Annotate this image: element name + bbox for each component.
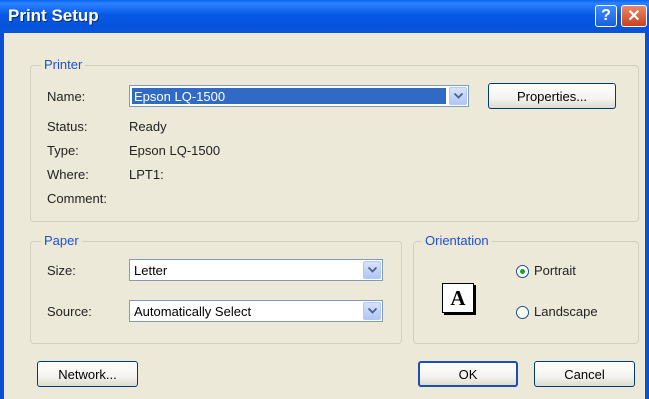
printer-where-value: LPT1: xyxy=(129,167,164,182)
help-icon: ? xyxy=(601,7,611,24)
portrait-label[interactable]: Portrait xyxy=(534,263,576,278)
printer-legend: Printer xyxy=(41,57,86,72)
printer-name-selection: Epson LQ-1500 xyxy=(132,88,446,104)
printer-status-value: Ready xyxy=(129,119,167,134)
network-button[interactable]: Network... xyxy=(37,361,138,387)
window-frame-right xyxy=(645,33,649,399)
landscape-label[interactable]: Landscape xyxy=(534,304,598,319)
dialog-title: Print Setup xyxy=(8,6,99,25)
printer-status-label: Status: xyxy=(47,119,88,134)
print-setup-dialog: Print Setup ? ✕ Printer Name: Epson LQ-1… xyxy=(0,0,649,399)
printer-name-value: Epson LQ-1500 xyxy=(134,89,226,104)
printer-type-value: Epson LQ-1500 xyxy=(129,143,221,158)
printer-group: Printer Name: Epson LQ-1500 Properties..… xyxy=(30,57,639,222)
paper-source-dropdown[interactable]: Automatically Select xyxy=(129,300,383,322)
close-button[interactable]: ✕ xyxy=(621,5,647,27)
paper-size-label: Size: xyxy=(47,263,76,278)
chevron-down-icon[interactable] xyxy=(363,302,381,320)
ok-button-label: OK xyxy=(458,366,478,382)
radio-selected-dot xyxy=(520,269,525,274)
chevron-down-icon[interactable] xyxy=(363,261,381,279)
paper-size-value: Letter xyxy=(134,263,168,278)
paper-source-label: Source: xyxy=(47,304,92,319)
paper-source-value: Automatically Select xyxy=(134,304,252,319)
chevron-down-icon[interactable] xyxy=(449,87,467,105)
close-icon: ✕ xyxy=(627,8,641,25)
ok-button[interactable]: OK xyxy=(418,361,518,387)
paper-size-dropdown[interactable]: Letter xyxy=(129,259,383,281)
printer-type-label: Type: xyxy=(47,143,79,158)
title-bar: Print Setup ? ✕ xyxy=(0,0,649,33)
printer-name-dropdown[interactable]: Epson LQ-1500 xyxy=(129,85,469,107)
portrait-radio[interactable] xyxy=(516,265,529,278)
network-button-label: Network... xyxy=(58,366,117,382)
page-orientation-icon: A xyxy=(442,283,474,313)
landscape-radio[interactable] xyxy=(516,306,529,319)
cancel-button-label: Cancel xyxy=(564,366,605,382)
properties-button-label: Properties... xyxy=(516,88,588,104)
cancel-button[interactable]: Cancel xyxy=(534,361,635,387)
properties-button[interactable]: Properties... xyxy=(488,83,616,109)
orientation-legend: Orientation xyxy=(422,233,492,248)
paper-group: Paper Size: Letter Source: Automatically… xyxy=(30,233,402,344)
printer-where-label: Where: xyxy=(47,167,89,182)
window-frame-left xyxy=(0,33,4,399)
help-button[interactable]: ? xyxy=(595,5,617,27)
printer-name-label: Name: xyxy=(47,89,86,104)
page-icon-letter: A xyxy=(450,285,466,310)
printer-comment-label: Comment: xyxy=(47,191,107,206)
paper-legend: Paper xyxy=(41,233,82,248)
